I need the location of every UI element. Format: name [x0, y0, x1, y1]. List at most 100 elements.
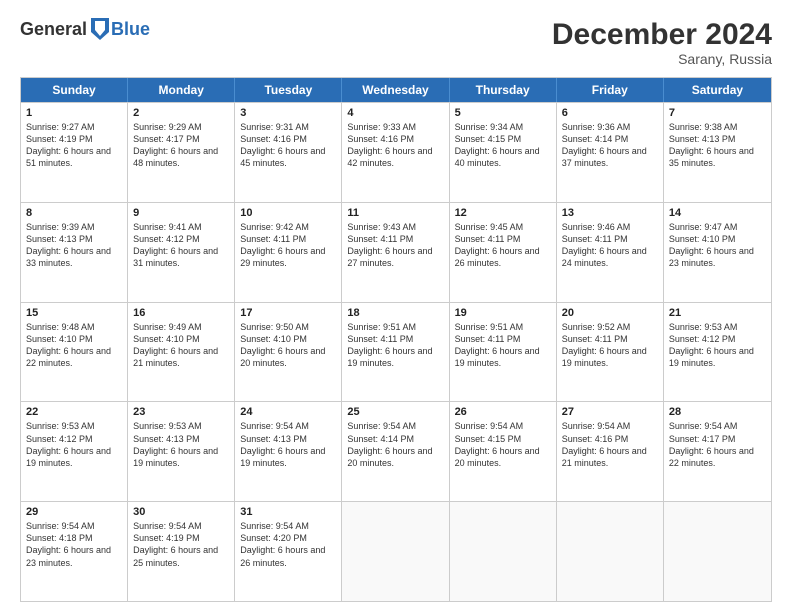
calendar: Sunday Monday Tuesday Wednesday Thursday… — [20, 77, 772, 602]
daylight-text: Daylight: 6 hours and 20 minutes. — [240, 345, 336, 369]
daylight-text: Daylight: 6 hours and 20 minutes. — [455, 445, 551, 469]
sunrise-text: Sunrise: 9:54 AM — [240, 420, 336, 432]
sunrise-text: Sunrise: 9:53 AM — [133, 420, 229, 432]
day-number: 23 — [133, 406, 229, 418]
sunrise-text: Sunrise: 9:51 AM — [455, 321, 551, 333]
sunrise-text: Sunrise: 9:54 AM — [240, 520, 336, 532]
day-cell-31: 31 Sunrise: 9:54 AM Sunset: 4:20 PM Dayl… — [235, 502, 342, 601]
sunset-text: Sunset: 4:16 PM — [562, 433, 658, 445]
logo-general-text: General — [20, 19, 87, 40]
sunrise-text: Sunrise: 9:54 AM — [562, 420, 658, 432]
daylight-text: Daylight: 6 hours and 45 minutes. — [240, 145, 336, 169]
day-cell-22: 22 Sunrise: 9:53 AM Sunset: 4:12 PM Dayl… — [21, 402, 128, 501]
daylight-text: Daylight: 6 hours and 19 minutes. — [240, 445, 336, 469]
header-saturday: Saturday — [664, 78, 771, 102]
daylight-text: Daylight: 6 hours and 19 minutes. — [455, 345, 551, 369]
day-cell-15: 15 Sunrise: 9:48 AM Sunset: 4:10 PM Dayl… — [21, 303, 128, 402]
sunrise-text: Sunrise: 9:41 AM — [133, 221, 229, 233]
sunset-text: Sunset: 4:19 PM — [26, 133, 122, 145]
day-cell-30: 30 Sunrise: 9:54 AM Sunset: 4:19 PM Dayl… — [128, 502, 235, 601]
day-number: 14 — [669, 207, 766, 219]
day-cell-3: 3 Sunrise: 9:31 AM Sunset: 4:16 PM Dayli… — [235, 103, 342, 202]
daylight-text: Daylight: 6 hours and 29 minutes. — [240, 245, 336, 269]
calendar-header: Sunday Monday Tuesday Wednesday Thursday… — [21, 78, 771, 102]
day-number: 7 — [669, 107, 766, 119]
sunset-text: Sunset: 4:20 PM — [240, 532, 336, 544]
empty-cell — [557, 502, 664, 601]
daylight-text: Daylight: 6 hours and 22 minutes. — [669, 445, 766, 469]
daylight-text: Daylight: 6 hours and 19 minutes. — [347, 345, 443, 369]
sunset-text: Sunset: 4:10 PM — [669, 233, 766, 245]
day-number: 22 — [26, 406, 122, 418]
sunset-text: Sunset: 4:13 PM — [26, 233, 122, 245]
logo-blue-text: Blue — [111, 19, 150, 40]
day-cell-20: 20 Sunrise: 9:52 AM Sunset: 4:11 PM Dayl… — [557, 303, 664, 402]
daylight-text: Daylight: 6 hours and 25 minutes. — [133, 544, 229, 568]
sunset-text: Sunset: 4:14 PM — [562, 133, 658, 145]
day-cell-26: 26 Sunrise: 9:54 AM Sunset: 4:15 PM Dayl… — [450, 402, 557, 501]
daylight-text: Daylight: 6 hours and 37 minutes. — [562, 145, 658, 169]
location-subtitle: Sarany, Russia — [552, 51, 772, 67]
sunset-text: Sunset: 4:12 PM — [133, 233, 229, 245]
header-wednesday: Wednesday — [342, 78, 449, 102]
day-cell-28: 28 Sunrise: 9:54 AM Sunset: 4:17 PM Dayl… — [664, 402, 771, 501]
sunrise-text: Sunrise: 9:39 AM — [26, 221, 122, 233]
sunrise-text: Sunrise: 9:27 AM — [26, 121, 122, 133]
sunrise-text: Sunrise: 9:36 AM — [562, 121, 658, 133]
day-number: 27 — [562, 406, 658, 418]
sunset-text: Sunset: 4:10 PM — [240, 333, 336, 345]
sunrise-text: Sunrise: 9:54 AM — [26, 520, 122, 532]
day-cell-5: 5 Sunrise: 9:34 AM Sunset: 4:15 PM Dayli… — [450, 103, 557, 202]
daylight-text: Daylight: 6 hours and 26 minutes. — [240, 544, 336, 568]
header-thursday: Thursday — [450, 78, 557, 102]
header-friday: Friday — [557, 78, 664, 102]
logo: General Blue — [20, 18, 150, 40]
daylight-text: Daylight: 6 hours and 40 minutes. — [455, 145, 551, 169]
day-cell-11: 11 Sunrise: 9:43 AM Sunset: 4:11 PM Dayl… — [342, 203, 449, 302]
daylight-text: Daylight: 6 hours and 23 minutes. — [26, 544, 122, 568]
daylight-text: Daylight: 6 hours and 19 minutes. — [133, 445, 229, 469]
sunrise-text: Sunrise: 9:54 AM — [133, 520, 229, 532]
daylight-text: Daylight: 6 hours and 21 minutes. — [562, 445, 658, 469]
daylight-text: Daylight: 6 hours and 31 minutes. — [133, 245, 229, 269]
header-tuesday: Tuesday — [235, 78, 342, 102]
day-number: 20 — [562, 307, 658, 319]
sunset-text: Sunset: 4:11 PM — [562, 233, 658, 245]
day-number: 30 — [133, 506, 229, 518]
day-number: 18 — [347, 307, 443, 319]
day-number: 21 — [669, 307, 766, 319]
sunrise-text: Sunrise: 9:31 AM — [240, 121, 336, 133]
daylight-text: Daylight: 6 hours and 33 minutes. — [26, 245, 122, 269]
day-number: 3 — [240, 107, 336, 119]
daylight-text: Daylight: 6 hours and 20 minutes. — [347, 445, 443, 469]
calendar-week-1: 1 Sunrise: 9:27 AM Sunset: 4:19 PM Dayli… — [21, 102, 771, 202]
header-sunday: Sunday — [21, 78, 128, 102]
daylight-text: Daylight: 6 hours and 26 minutes. — [455, 245, 551, 269]
empty-cell — [450, 502, 557, 601]
day-number: 17 — [240, 307, 336, 319]
sunrise-text: Sunrise: 9:42 AM — [240, 221, 336, 233]
day-cell-1: 1 Sunrise: 9:27 AM Sunset: 4:19 PM Dayli… — [21, 103, 128, 202]
day-number: 24 — [240, 406, 336, 418]
daylight-text: Daylight: 6 hours and 19 minutes. — [562, 345, 658, 369]
sunrise-text: Sunrise: 9:54 AM — [669, 420, 766, 432]
sunset-text: Sunset: 4:11 PM — [455, 233, 551, 245]
day-cell-16: 16 Sunrise: 9:49 AM Sunset: 4:10 PM Dayl… — [128, 303, 235, 402]
title-area: December 2024 Sarany, Russia — [552, 18, 772, 67]
day-number: 1 — [26, 107, 122, 119]
day-number: 5 — [455, 107, 551, 119]
sunset-text: Sunset: 4:18 PM — [26, 532, 122, 544]
daylight-text: Daylight: 6 hours and 19 minutes. — [669, 345, 766, 369]
day-number: 16 — [133, 307, 229, 319]
daylight-text: Daylight: 6 hours and 21 minutes. — [133, 345, 229, 369]
month-title: December 2024 — [552, 18, 772, 51]
daylight-text: Daylight: 6 hours and 48 minutes. — [133, 145, 229, 169]
day-number: 29 — [26, 506, 122, 518]
day-cell-14: 14 Sunrise: 9:47 AM Sunset: 4:10 PM Dayl… — [664, 203, 771, 302]
sunrise-text: Sunrise: 9:29 AM — [133, 121, 229, 133]
day-number: 9 — [133, 207, 229, 219]
day-cell-19: 19 Sunrise: 9:51 AM Sunset: 4:11 PM Dayl… — [450, 303, 557, 402]
daylight-text: Daylight: 6 hours and 24 minutes. — [562, 245, 658, 269]
sunrise-text: Sunrise: 9:49 AM — [133, 321, 229, 333]
day-cell-7: 7 Sunrise: 9:38 AM Sunset: 4:13 PM Dayli… — [664, 103, 771, 202]
